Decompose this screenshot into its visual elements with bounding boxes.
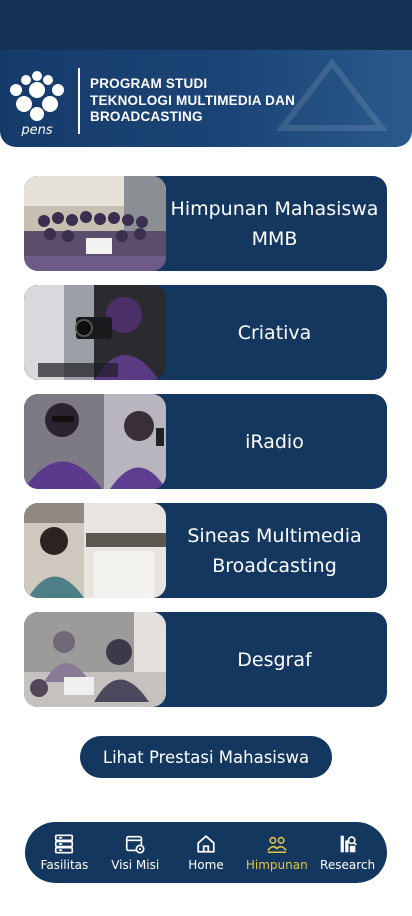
nav-label: Home bbox=[188, 858, 224, 872]
server-icon bbox=[55, 834, 74, 854]
group-photo bbox=[24, 176, 166, 271]
group-icon bbox=[267, 836, 287, 854]
camera-photo bbox=[24, 285, 166, 380]
card-sineas-multimedia[interactable]: Sineas Multimedia Broadcasting bbox=[24, 503, 387, 598]
card-criativa[interactable]: Criativa bbox=[24, 285, 387, 380]
cinema-photo bbox=[24, 503, 166, 598]
lihat-prestasi-button[interactable]: Lihat Prestasi Mahasiswa bbox=[80, 736, 332, 778]
card-himpunan-mahasiswa[interactable]: Himpunan Mahasiswa MMB bbox=[24, 176, 387, 271]
program-title-line: PROGRAM STUDI bbox=[90, 76, 208, 91]
nav-item-himpunan[interactable]: Himpunan bbox=[244, 833, 310, 872]
card-iradio[interactable]: iRadio bbox=[24, 394, 387, 489]
program-title: PROGRAM STUDI TEKNOLOGI MULTIMEDIA DAN B… bbox=[90, 76, 295, 126]
program-title-line: BROADCASTING bbox=[90, 109, 203, 124]
card-label: Desgraf bbox=[237, 648, 312, 671]
logo-text: pens bbox=[20, 123, 52, 136]
nav-item-home[interactable]: Home bbox=[173, 833, 239, 872]
card-label: iRadio bbox=[245, 430, 304, 453]
program-banner: pens PROGRAM STUDI TEKNOLOGI MULTIMEDIA … bbox=[0, 50, 412, 147]
card-label: Himpunan Mahasiswa MMB bbox=[170, 197, 379, 250]
nav-item-visi-misi[interactable]: Visi Misi bbox=[102, 833, 168, 872]
document-settings-icon bbox=[126, 835, 145, 854]
nav-item-fasilitas[interactable]: Fasilitas bbox=[31, 833, 97, 872]
program-title-line: TEKNOLOGI MULTIMEDIA DAN bbox=[90, 92, 296, 108]
nav-label: Himpunan bbox=[245, 858, 308, 872]
card-label: Sineas Multimedia Broadcasting bbox=[187, 524, 362, 577]
research-icon bbox=[340, 835, 357, 853]
pens-logo-icon: pens bbox=[10, 71, 64, 136]
home-icon bbox=[197, 835, 215, 853]
radio-photo bbox=[24, 394, 166, 489]
card-label: Criativa bbox=[237, 321, 312, 344]
bottom-navigation: Fasilitas Visi Misi Home Himpunan Resear… bbox=[25, 822, 387, 883]
design-photo bbox=[24, 612, 166, 707]
status-bar bbox=[0, 0, 412, 50]
nav-label: Fasilitas bbox=[40, 858, 89, 872]
nav-label: Research bbox=[320, 858, 376, 872]
banner-divider bbox=[78, 68, 80, 134]
card-desgraf[interactable]: Desgraf bbox=[24, 612, 387, 707]
nav-label: Visi Misi bbox=[111, 858, 160, 872]
nav-item-research[interactable]: Research bbox=[315, 833, 381, 872]
